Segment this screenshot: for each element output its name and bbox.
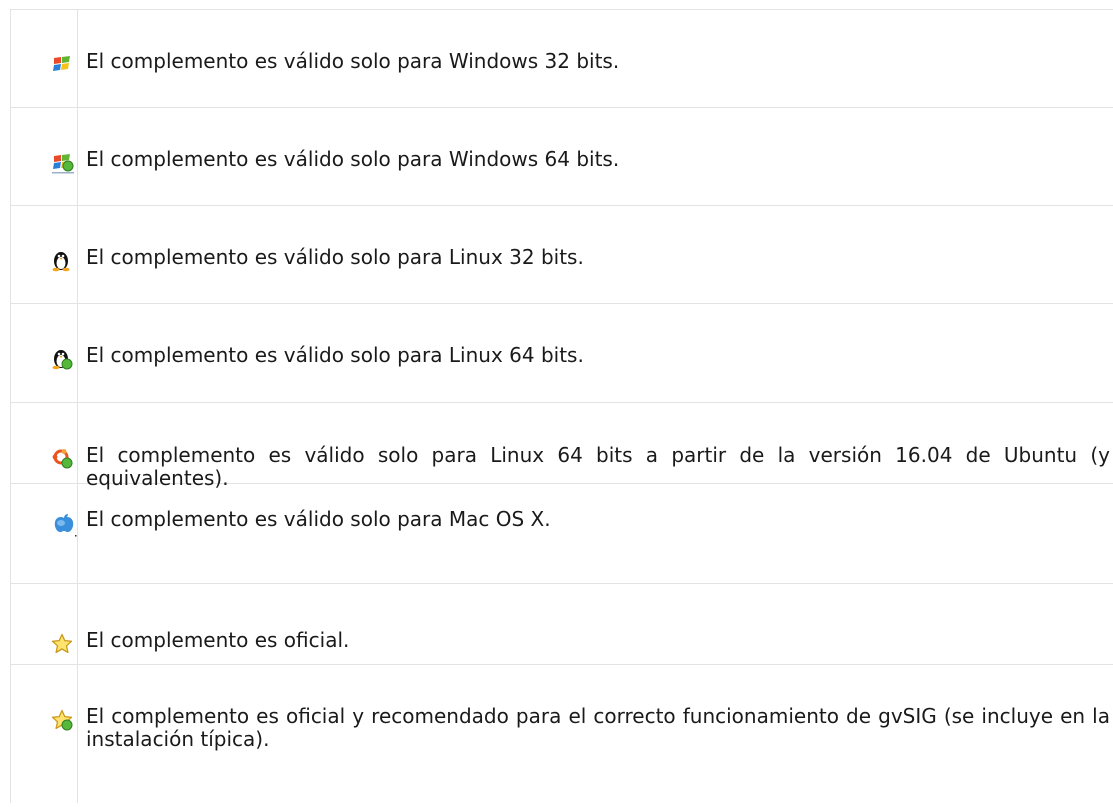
windows-64-icon <box>52 154 74 174</box>
icon-cell <box>10 304 78 402</box>
legend-row-ubuntu-64: El complemento es válido solo para Linux… <box>10 403 1113 490</box>
legend-row-windows-64: El complemento es válido solo para Windo… <box>10 108 1113 206</box>
legend-text: El complemento es válido solo para Mac O… <box>86 507 551 531</box>
linux-64-icon <box>52 350 73 370</box>
platform-legend-table: El complemento es válido solo para Windo… <box>10 9 1113 803</box>
legend-text: El complemento es válido solo para Windo… <box>86 49 620 73</box>
linux-32-icon <box>52 252 70 272</box>
icon-cell <box>10 584 78 664</box>
legend-row-linux-32: El complemento es válido solo para Linux… <box>10 206 1113 304</box>
legend-text: El complemento es oficial y recomendado … <box>86 704 1110 751</box>
official-star-icon <box>51 633 73 654</box>
legend-row-official: El complemento es oficial. <box>10 584 1113 665</box>
mac-os-x-icon <box>54 514 77 537</box>
legend-row-windows-32: El complemento es válido solo para Windo… <box>10 10 1113 108</box>
windows-32-icon <box>53 56 70 71</box>
legend-text: El complemento es válido solo para Linux… <box>86 443 1110 490</box>
legend-text: El complemento es válido solo para Windo… <box>86 147 620 171</box>
icon-cell <box>10 10 78 107</box>
legend-row-mac-os-x: El complemento es válido solo para Mac O… <box>10 484 1113 584</box>
icon-cell <box>10 108 78 205</box>
official-recommended-star-icon <box>51 709 73 731</box>
legend-text: El complemento es válido solo para Linux… <box>86 245 584 269</box>
legend-row-linux-64: El complemento es válido solo para Linux… <box>10 304 1113 403</box>
icon-cell <box>10 403 78 483</box>
legend-text: El complemento es oficial. <box>86 628 350 652</box>
ubuntu-64-icon <box>52 449 73 469</box>
legend-text: El complemento es válido solo para Linux… <box>86 343 584 367</box>
legend-row-official-recommended: El complemento es oficial y recomendado … <box>10 665 1113 803</box>
icon-cell <box>10 206 78 303</box>
icon-cell <box>10 484 78 583</box>
icon-cell <box>10 665 78 803</box>
